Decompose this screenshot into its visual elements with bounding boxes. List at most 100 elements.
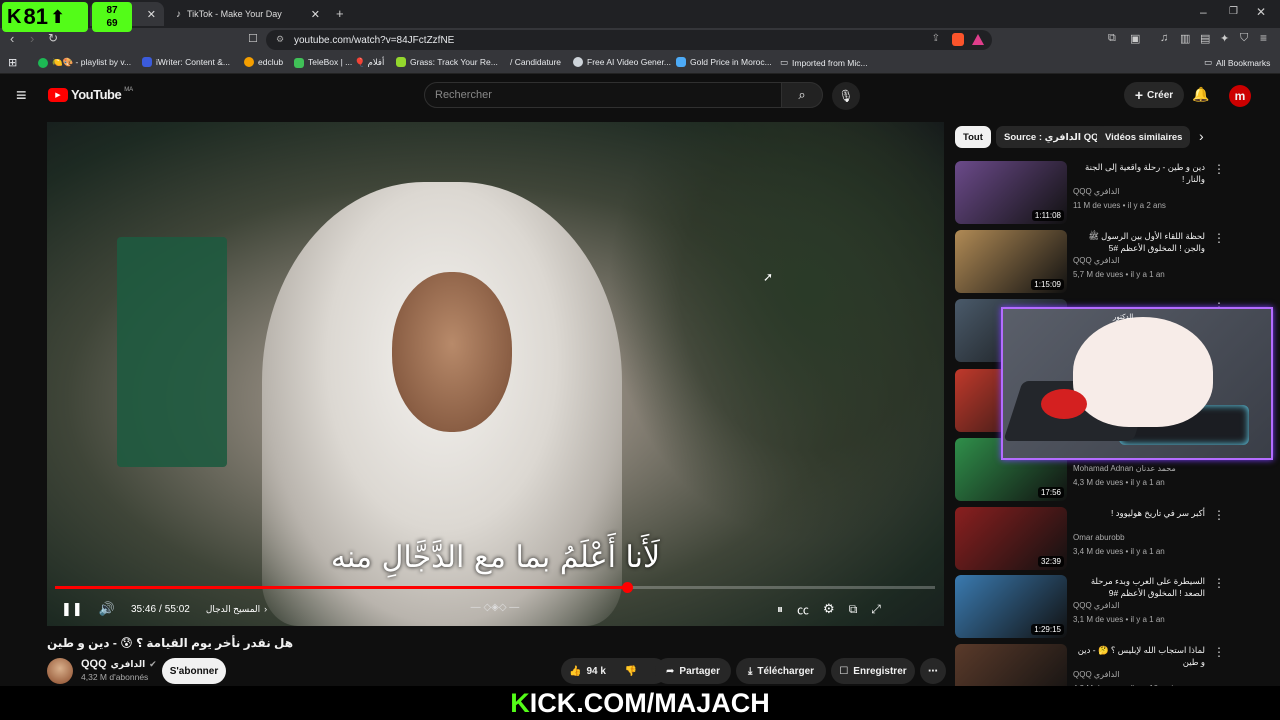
recommended-title[interactable]: لحظة اللقاء الأول بين الرسول ﷺ والجن ! ا… <box>1073 230 1205 254</box>
verified-check-icon: ✔ <box>149 658 157 669</box>
brave-rewards-icon[interactable] <box>972 34 984 45</box>
new-tab-icon[interactable]: + <box>336 6 344 21</box>
subscriber-count: 4,32 M d'abonnés <box>81 672 149 682</box>
channel-avatar[interactable] <box>47 658 73 684</box>
recommended-channel[interactable]: QQQ الدافري <box>1073 187 1119 196</box>
address-bar[interactable]: ⚙ youtube.com/watch?v=84JFctZzfNE ⇪ <box>266 30 992 50</box>
chapter-button[interactable]: المسيح الدجال › <box>206 604 267 615</box>
browser-toolbar: ‹ › ↻ ☐ ⚙ youtube.com/watch?v=84JFctZzfN… <box>0 28 1280 52</box>
microphone-icon: 🎙 <box>838 89 854 103</box>
progress-scrubber[interactable] <box>622 582 633 593</box>
tab-tiktok[interactable]: ♪ TikTok - Make Your Day ✕ <box>168 2 328 26</box>
more-vertical-icon[interactable]: ⋮ <box>1213 232 1225 246</box>
like-button[interactable]: 👍 94 k 👎 <box>561 658 667 684</box>
apps-grid-icon[interactable]: ⊞ <box>8 56 17 69</box>
chip-similar[interactable]: Vidéos similaires <box>1097 126 1191 148</box>
chip-all[interactable]: Tout <box>955 126 991 148</box>
video-thumbnail[interactable]: 1:29:15 <box>955 575 1067 638</box>
media-icon[interactable]: ♫ <box>1160 32 1168 44</box>
bookmark-item[interactable]: Free AI Video Gener... <box>573 57 671 67</box>
webcam-overlay: الدكتور <box>1001 307 1273 460</box>
video-thumbnail[interactable]: 1:15:09 <box>955 230 1067 293</box>
restore-icon[interactable]: ❐ <box>1229 6 1238 17</box>
hamburger-menu-icon[interactable]: ≡ <box>16 85 27 106</box>
bookmark-item[interactable]: 🍋🎨 - playlist by v... <box>38 57 131 68</box>
close-icon[interactable]: ✕ <box>311 8 320 21</box>
minimize-icon[interactable]: – <box>1200 5 1207 19</box>
miniplayer-icon[interactable]: ⧉ <box>849 602 858 617</box>
video-thumbnail[interactable]: 32:39 <box>955 507 1067 570</box>
recommended-video[interactable]: 1:15:09 لحظة اللقاء الأول بين الرسول ﷺ وا… <box>955 230 1275 296</box>
recommended-title[interactable]: دين و طين - رحلة واقعية إلى الجنة والنار… <box>1073 161 1205 185</box>
bookmark-item[interactable]: iWriter: Content &... <box>142 57 230 67</box>
video-player[interactable]: لَأَنا أَعْلَمُ بما مع الدَّجَّالِ منه ❚… <box>47 122 944 626</box>
bookmark-item[interactable]: Gold Price in Moroc... <box>676 57 772 67</box>
more-vertical-icon[interactable]: ⋮ <box>1213 163 1225 177</box>
volume-icon[interactable]: 🔊 <box>99 601 115 617</box>
recommended-channel[interactable]: QQQ الدافري <box>1073 256 1119 265</box>
brave-shield-icon[interactable] <box>952 33 964 46</box>
autoplay-toggle-icon[interactable]: ⏸ <box>777 602 783 617</box>
vpn-icon[interactable]: ⛉ <box>1240 32 1248 45</box>
search-button[interactable]: ⌕ <box>781 82 823 108</box>
wallet-icon[interactable]: ▣ <box>1130 32 1140 45</box>
gold-price-icon <box>676 57 686 67</box>
progress-bar[interactable] <box>55 582 935 593</box>
video-title: هل نقدر نأخر يوم القيامة ؟ 😰 - دين و طين <box>47 636 294 650</box>
bookmark-item[interactable]: Grass: Track Your Re... <box>396 57 498 67</box>
video-thumbnail[interactable]: 1:11:08 <box>955 161 1067 224</box>
recommended-title[interactable]: أكبر سر في تاريخ هوليوود ! <box>1073 507 1205 519</box>
recommended-channel[interactable]: QQQ الدافري <box>1073 601 1119 610</box>
bookmark-icon: ☐ <box>839 665 849 677</box>
share-icon[interactable]: ⇪ <box>932 33 940 44</box>
recommended-title[interactable]: لماذا استجاب الله لإبليس ؟ 🤔 - دين و طين <box>1073 644 1205 668</box>
bookmark-page-icon[interactable]: ☐ <box>248 32 258 45</box>
search-input[interactable]: Rechercher <box>424 82 782 108</box>
share-button[interactable]: ➦ Partager <box>655 658 731 684</box>
recommended-title[interactable]: السيطرة على العرب وبدء مرحلة الصعد ! الم… <box>1073 575 1205 599</box>
voice-search-button[interactable]: 🎙 <box>832 82 860 110</box>
youtube-wordmark: YouTube <box>71 87 122 102</box>
recommended-video[interactable]: 1:11:08 دين و طين - رحلة واقعية إلى الجنة… <box>955 161 1275 227</box>
subscribe-button[interactable]: S'abonner <box>162 658 226 684</box>
thumbs-down-icon[interactable]: 👎 <box>625 666 637 677</box>
leo-icon[interactable]: ✦ <box>1220 32 1229 45</box>
more-vertical-icon[interactable]: ⋮ <box>1213 509 1225 523</box>
pause-icon[interactable]: ❚❚ <box>61 601 83 617</box>
close-icon[interactable]: ✕ <box>147 8 156 21</box>
avatar[interactable]: m <box>1229 85 1251 107</box>
save-button[interactable]: ☐ Enregistrer <box>831 658 915 684</box>
bookmark-folder[interactable]: ▭ Imported from Mic... <box>780 57 868 68</box>
channel-name-block[interactable]: QQQ الدافري ✔ 4,32 M d'abonnés <box>81 658 157 682</box>
recommended-video[interactable]: 1:29:15 السيطرة على العرب وبدء مرحلة الصع… <box>955 575 1275 641</box>
youtube-logo[interactable]: ▶ YouTube MA <box>48 87 133 102</box>
tab-search-icon[interactable]: ▤ <box>1200 32 1210 45</box>
recommended-channel[interactable]: QQQ الدافري <box>1073 670 1119 679</box>
grass-icon <box>396 57 406 67</box>
notifications-bell-icon[interactable]: 🔔 <box>1192 86 1209 103</box>
recommended-video[interactable]: 32:39 أكبر سر في تاريخ هوليوود ! Omar abur… <box>955 507 1275 573</box>
site-info-icon[interactable]: ⚙ <box>276 34 284 45</box>
recommended-channel[interactable]: Mohamad Adnan محمد عدنان <box>1073 464 1176 473</box>
download-button[interactable]: ⤓ Télécharger <box>736 658 826 684</box>
bookmark-item[interactable]: / Candidature <box>510 57 561 67</box>
all-bookmarks[interactable]: ▭ All Bookmarks <box>1204 57 1270 68</box>
recommended-channel[interactable]: Omar aburobb <box>1073 533 1125 542</box>
create-button[interactable]: + Créer <box>1124 82 1184 108</box>
chevron-right-icon[interactable]: › <box>1199 128 1204 144</box>
subtitles-icon[interactable]: ㏄ <box>797 601 809 618</box>
bookmark-item[interactable]: edclub <box>244 57 283 67</box>
progress-played <box>55 586 627 589</box>
settings-gear-icon[interactable]: ⚙ <box>823 601 835 617</box>
fullscreen-icon[interactable]: ⤢ <box>871 602 881 617</box>
extensions-icon[interactable]: ⧉ <box>1108 32 1116 45</box>
more-vertical-icon[interactable]: ⋮ <box>1213 646 1225 660</box>
tiktok-icon: ♪ <box>176 8 181 20</box>
sidebar-icon[interactable]: ▥ <box>1180 32 1190 45</box>
kick-logo-badge: K 81 ⬆ <box>2 2 88 32</box>
more-actions-button[interactable]: ⋯ <box>920 658 946 684</box>
menu-icon[interactable]: ≡ <box>1260 31 1267 45</box>
more-vertical-icon[interactable]: ⋮ <box>1213 577 1225 591</box>
window-close-icon[interactable]: ✕ <box>1256 5 1266 19</box>
bookmark-item[interactable]: TeleBox | ... 🎈 أفلام <box>294 57 384 68</box>
